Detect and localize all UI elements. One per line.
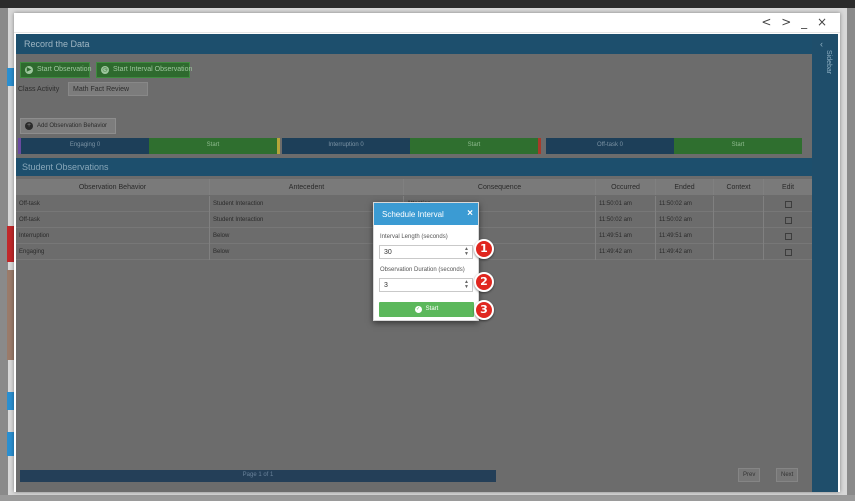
cell-context: [714, 212, 764, 228]
window-titlebar: < > _ ×: [14, 13, 840, 33]
column-header: Observation Behavior: [16, 179, 210, 195]
pagination-status: Page 1 of 1: [20, 470, 496, 482]
dialog-header: Schedule Interval ×: [374, 203, 478, 225]
add-behavior-button[interactable]: + Add Observation Behavior: [20, 118, 116, 134]
prev-page-button[interactable]: Prev: [738, 468, 761, 482]
start-button[interactable]: ✓ Start: [379, 302, 474, 317]
behavior-engaging: Engaging 0 Start: [18, 138, 280, 154]
behavior-start-button[interactable]: Start: [674, 138, 802, 154]
start-interval-button[interactable]: ◷ Start Interval Observation: [96, 62, 192, 78]
spinner-icon[interactable]: ▲ ▼: [464, 247, 469, 257]
column-header: Ended: [656, 179, 714, 195]
behavior-interruption: Interruption 0 Start: [282, 138, 544, 154]
back-icon[interactable]: <: [761, 15, 774, 29]
cell-occurred: 11:50:02 am: [596, 212, 656, 228]
close-icon[interactable]: ×: [467, 208, 473, 219]
interval-length-input[interactable]: 30 ▲ ▼: [379, 245, 473, 259]
window-controls: < > _ ×: [761, 15, 830, 29]
callout-3: 3: [474, 300, 494, 320]
cell-edit: [764, 212, 812, 228]
edit-icon[interactable]: [784, 233, 792, 240]
edit-icon[interactable]: [784, 201, 792, 208]
behavior-start-button[interactable]: Start: [410, 138, 538, 154]
forward-icon[interactable]: >: [781, 15, 794, 29]
cell-ended: 11:49:42 am: [656, 244, 714, 260]
column-header: Occurred: [596, 179, 656, 195]
cell-behavior: Off-task: [16, 212, 210, 228]
cell-occurred: 11:49:51 am: [596, 228, 656, 244]
clock-icon: ◷: [101, 66, 109, 74]
behavior-start-button[interactable]: Start: [149, 138, 277, 154]
column-header: Antecedent: [210, 179, 404, 195]
cell-edit: [764, 244, 812, 260]
interval-length-label: Interval Length (seconds): [380, 234, 448, 240]
class-activity-field[interactable]: Math Fact Review: [68, 82, 148, 96]
right-sidebar: ‹ Sidebar: [812, 34, 838, 492]
start-observation-button[interactable]: ▶ Start Observation: [20, 62, 91, 78]
observation-duration-label: Observation Duration (seconds): [380, 267, 465, 273]
chevron-left-icon[interactable]: ‹: [820, 39, 823, 49]
table-header: Observation Behavior Antecedent Conseque…: [16, 179, 812, 195]
behavior-name: Off-task 0: [546, 138, 674, 154]
observation-duration-input[interactable]: 3 ▲ ▼: [379, 278, 473, 292]
edit-icon[interactable]: [784, 217, 792, 224]
check-circle-icon: ✓: [414, 306, 422, 313]
cell-occurred: 11:49:42 am: [596, 244, 656, 260]
column-header: Consequence: [404, 179, 596, 195]
cell-behavior: Off-task: [16, 196, 210, 212]
cell-context: [714, 196, 764, 212]
cell-context: [714, 244, 764, 260]
bottom-edge: [0, 495, 855, 501]
cell-edit: [764, 196, 812, 212]
dialog-title: Schedule Interval: [382, 210, 444, 219]
behavior-name: Engaging 0: [21, 138, 149, 154]
next-page-button[interactable]: Next: [776, 468, 799, 482]
callout-1: 1: [474, 239, 494, 259]
behavior-color-strip: [277, 138, 280, 154]
plus-icon: +: [25, 122, 33, 130]
right-edge: [847, 8, 855, 501]
cell-behavior: Interruption: [16, 228, 210, 244]
play-icon: ▶: [25, 66, 33, 74]
callout-2: 2: [474, 272, 494, 292]
sidebar-toggle[interactable]: Sidebar: [818, 50, 832, 102]
spinner-icon[interactable]: ▲ ▼: [464, 280, 469, 290]
column-header: Edit: [781, 184, 795, 191]
cell-behavior: Engaging: [16, 244, 210, 260]
behavior-color-strip: [538, 138, 541, 154]
observations-title: Student Observations: [16, 158, 812, 176]
schedule-interval-dialog: Schedule Interval × Interval Length (sec…: [373, 202, 479, 321]
screen-frame: < > _ × Record the Data ▶ Start Observat…: [0, 0, 855, 501]
column-header: Context: [714, 179, 764, 195]
cell-ended: 11:49:51 am: [656, 228, 714, 244]
cell-ended: 11:50:02 am: [656, 196, 714, 212]
top-bar: [0, 0, 855, 8]
cell-occurred: 11:50:01 am: [596, 196, 656, 212]
behavior-off-task: Off-task 0 Start: [546, 138, 808, 154]
class-activity-label: Class Activity: [18, 86, 60, 93]
edit-icon[interactable]: [784, 249, 792, 256]
cell-context: [714, 228, 764, 244]
minimize-icon[interactable]: _: [801, 15, 810, 29]
cell-edit: [764, 228, 812, 244]
cell-ended: 11:50:02 am: [656, 212, 714, 228]
page-title: Record the Data: [16, 34, 812, 54]
close-icon[interactable]: ×: [817, 15, 830, 29]
behavior-name: Interruption 0: [282, 138, 410, 154]
